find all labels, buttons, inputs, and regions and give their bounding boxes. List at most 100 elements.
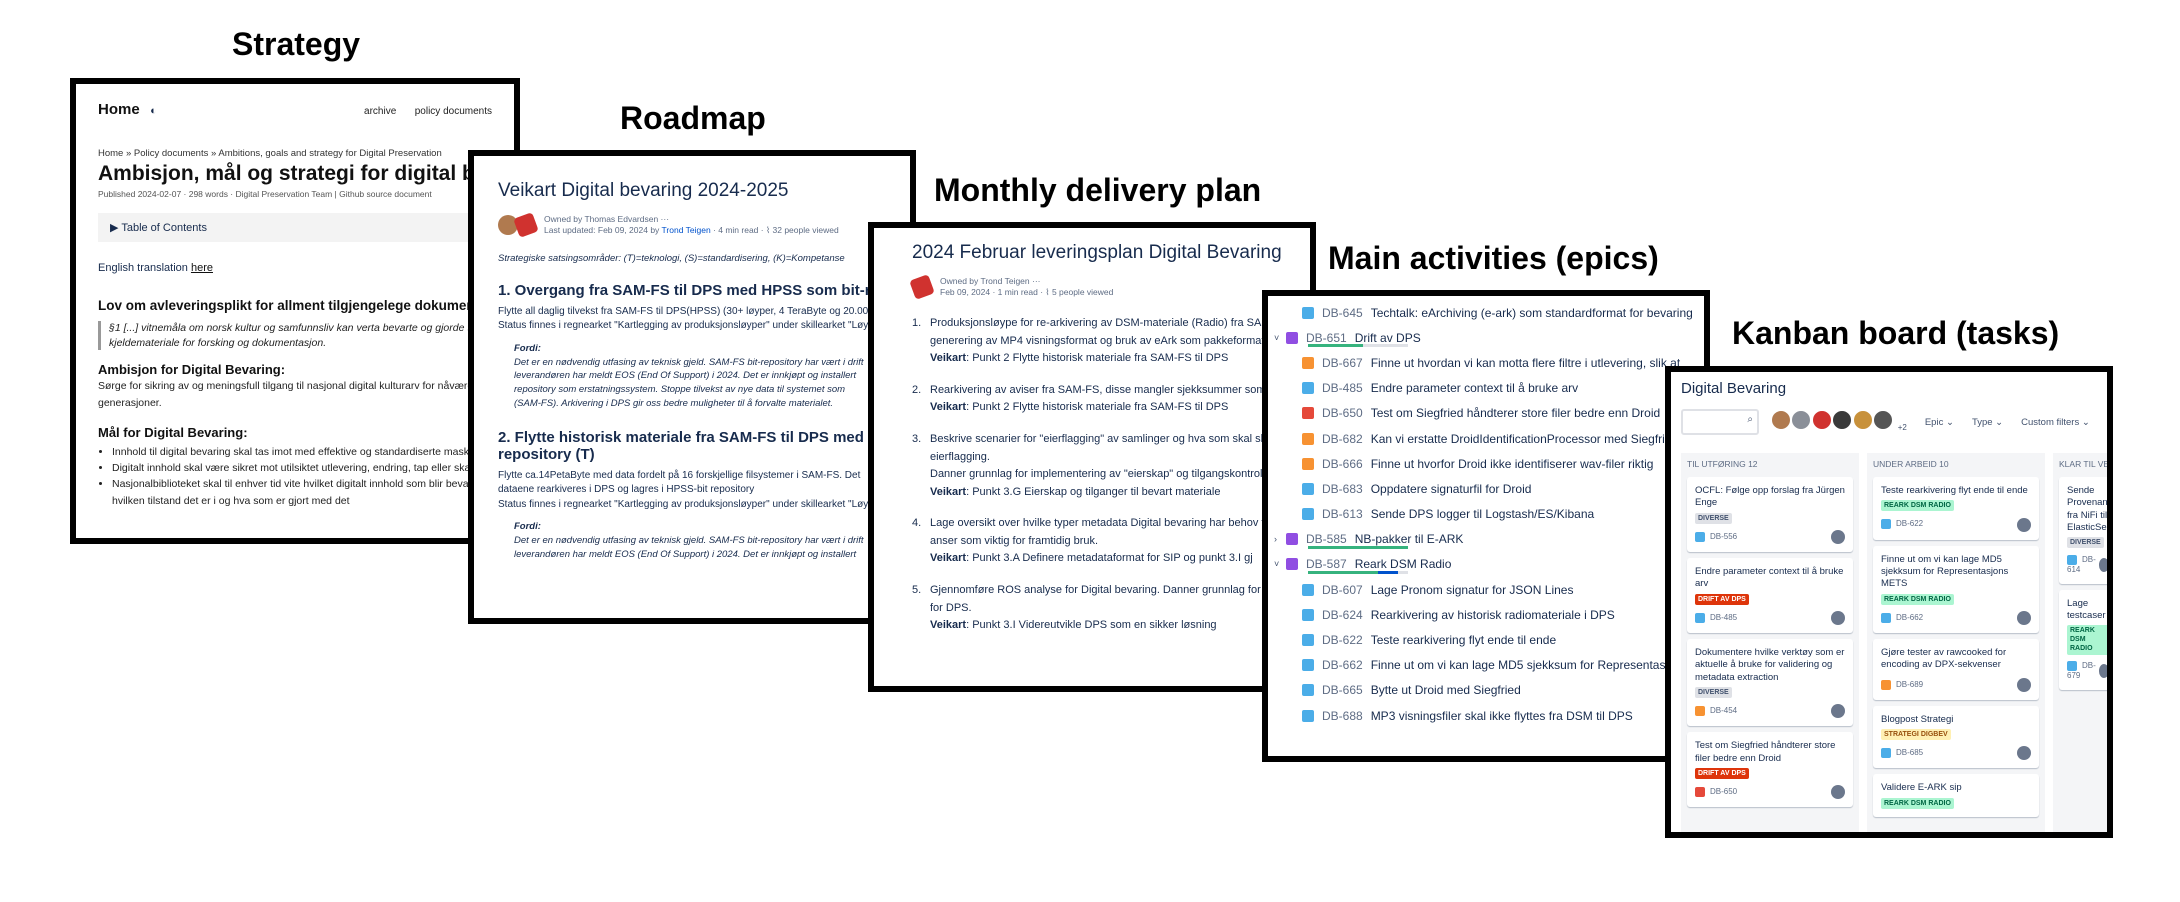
issue-row[interactable]: DB-667 Finne ut hvordan vi kan motta fler… <box>1268 350 1704 375</box>
issue-key[interactable]: DB-685 <box>1896 748 1923 757</box>
type-filter[interactable]: Type ⌄ <box>1972 417 2003 428</box>
issue-card[interactable]: Dokumentere hvilke verktøy som er aktuel… <box>1687 639 1853 727</box>
chevron-icon[interactable]: › <box>1274 534 1286 544</box>
viewed-count[interactable]: 32 people viewed <box>773 225 839 235</box>
assignee-avatar[interactable] <box>2017 746 2031 761</box>
issue-key[interactable]: DB-624 <box>1322 608 1363 622</box>
issue-card[interactable]: Lage testcaser REARK DSM RADIO DB-679 <box>2059 589 2107 690</box>
issue-summary[interactable]: Oppdatere signaturfil for Droid <box>1371 482 1532 496</box>
issue-summary[interactable]: MP3 visningsfiler skal ikke flyttes fra … <box>1371 709 1633 723</box>
chevron-icon[interactable]: ˅ <box>1274 559 1286 569</box>
issue-row[interactable]: DB-624 Rearkivering av historisk radiomat… <box>1268 602 1704 627</box>
issue-summary[interactable]: Finne ut hvordan vi kan motta flere filt… <box>1371 356 1680 370</box>
avatar[interactable] <box>513 212 539 239</box>
assignee-avatar[interactable] <box>2098 558 2107 573</box>
search-input[interactable]: ⌕ <box>1681 409 1759 435</box>
issue-row[interactable]: DB-622 Teste rearkivering flyt ende til e… <box>1268 627 1704 652</box>
nav-policy-documents[interactable]: policy documents <box>415 106 492 117</box>
issue-summary[interactable]: Endre parameter context til å bruke arv <box>1371 381 1578 395</box>
avatar[interactable] <box>1811 409 1832 430</box>
home-link[interactable]: Home <box>98 101 140 118</box>
issue-summary[interactable]: Test om Siegfried håndterer store filer … <box>1371 406 1660 420</box>
issue-key[interactable]: DB-688 <box>1322 709 1363 723</box>
avatar[interactable] <box>909 274 935 301</box>
issue-summary[interactable]: Sende DPS logger til Logstash/ES/Kibana <box>1371 507 1594 521</box>
issue-key[interactable]: DB-645 <box>1322 306 1363 320</box>
issue-key[interactable]: DB-689 <box>1896 680 1923 689</box>
issue-key[interactable]: DB-682 <box>1322 432 1363 446</box>
issue-summary[interactable]: Lage Pronom signatur for JSON Lines <box>1371 583 1574 597</box>
english-link[interactable]: here <box>191 262 213 274</box>
issue-card[interactable]: Blogpost Strategi STRATEGI DIGBEV DB-685 <box>1873 705 2039 769</box>
breadcrumb[interactable]: Home » Policy documents » Ambitions, goa… <box>98 148 492 159</box>
issue-card[interactable]: Sende Provenance fra NiFi til ElasticSea… <box>2059 477 2107 584</box>
issue-row[interactable]: DB-683 Oppdatere signaturfil for Droid <box>1268 476 1704 501</box>
issue-card[interactable]: OCFL: Følge opp forslag fra Jürgen Enge D… <box>1687 477 1853 553</box>
issue-row[interactable]: DB-662 Finne ut om vi kan lage MD5 sjekks… <box>1268 653 1704 678</box>
issue-key[interactable]: DB-485 <box>1710 613 1737 622</box>
issue-row[interactable]: DB-666 Finne ut hvorfor Droid ikke identi… <box>1268 451 1704 476</box>
avatar[interactable] <box>1771 409 1791 430</box>
issue-key[interactable]: DB-556 <box>1710 532 1737 541</box>
issue-key[interactable]: DB-585 <box>1306 532 1347 546</box>
more-avatars[interactable]: +2 <box>1898 423 1907 432</box>
issue-row[interactable]: DB-688 MP3 visningsfiler skal ikke flytte… <box>1268 703 1704 728</box>
issue-summary[interactable]: Techtalk: eArchiving (e-ark) som standar… <box>1371 306 1693 320</box>
issue-summary[interactable]: NB-pakker til E-ARK <box>1355 532 1464 546</box>
issue-key[interactable]: DB-666 <box>1322 457 1363 471</box>
issue-key[interactable]: DB-651 <box>1306 331 1347 345</box>
issue-key[interactable]: DB-622 <box>1322 633 1363 647</box>
assignee-avatar[interactable] <box>1831 530 1845 545</box>
issue-row[interactable]: DB-613 Sende DPS logger til Logstash/ES/K… <box>1268 502 1704 527</box>
issue-card[interactable]: Validere E-ARK sip REARK DSM RADIO <box>1873 774 2039 818</box>
table-of-contents-toggle[interactable]: ▶ Table of Contents <box>98 213 502 242</box>
issue-key[interactable]: DB-650 <box>1710 787 1737 796</box>
issue-summary[interactable]: Rearkivering av historisk radiomateriale… <box>1371 608 1615 622</box>
chevron-icon[interactable]: ˅ <box>1274 333 1286 343</box>
avatar[interactable] <box>1852 409 1873 430</box>
nav-archive[interactable]: archive <box>364 106 396 117</box>
updated-by-link[interactable]: Trond Teigen <box>662 225 711 235</box>
issue-key[interactable]: DB-587 <box>1306 557 1347 571</box>
issue-summary[interactable]: Finne ut om vi kan lage MD5 sjekksum for… <box>1371 658 1692 672</box>
assignee-avatar[interactable] <box>1831 704 1845 719</box>
issue-summary[interactable]: Kan vi erstatte DroidIdentificationProce… <box>1371 432 1678 446</box>
issue-card[interactable]: Endre parameter context til å bruke arv D… <box>1687 558 1853 634</box>
issue-key[interactable]: DB-613 <box>1322 507 1363 521</box>
issue-summary[interactable]: Drift av DPS <box>1355 331 1421 345</box>
issue-summary[interactable]: Teste rearkivering flyt ende til ende <box>1371 633 1556 647</box>
issue-row[interactable]: DB-650 Test om Siegfried håndterer store … <box>1268 401 1704 426</box>
issue-key[interactable]: DB-665 <box>1322 683 1363 697</box>
issue-key[interactable]: DB-454 <box>1710 706 1737 715</box>
issue-card[interactable]: Gjøre tester av rawcooked for encoding a… <box>1873 639 2039 700</box>
issue-card[interactable]: Test om Siegfried håndterer store filer … <box>1687 732 1853 808</box>
issue-key[interactable]: DB-683 <box>1322 482 1363 496</box>
custom-filters[interactable]: Custom filters ⌄ <box>2021 417 2090 428</box>
issue-row[interactable]: DB-607 Lage Pronom signatur for JSON Line… <box>1268 577 1704 602</box>
issue-summary[interactable]: Reark DSM Radio <box>1355 557 1452 571</box>
issue-key[interactable]: DB-607 <box>1322 583 1363 597</box>
viewed-count[interactable]: 5 people viewed <box>1052 287 1113 297</box>
issue-summary[interactable]: Finne ut hvorfor Droid ikke identifisere… <box>1371 457 1654 471</box>
issue-key[interactable]: DB-650 <box>1322 406 1363 420</box>
assignee-avatar[interactable] <box>1831 611 1845 626</box>
avatar[interactable] <box>1832 409 1853 430</box>
issue-row[interactable]: DB-645 Techtalk: eArchiving (e-ark) som s… <box>1268 300 1704 325</box>
epic-filter[interactable]: Epic ⌄ <box>1925 417 1954 428</box>
issue-row[interactable]: DB-682 Kan vi erstatte DroidIdentificatio… <box>1268 426 1704 451</box>
assignee-avatar[interactable] <box>2098 664 2107 679</box>
issue-key[interactable]: DB-662 <box>1896 613 1923 622</box>
issue-key[interactable]: DB-662 <box>1322 658 1363 672</box>
assignee-avatar[interactable] <box>1831 785 1845 800</box>
issue-card[interactable]: Finne ut om vi kan lage MD5 sjekksum for… <box>1873 545 2039 634</box>
issue-summary[interactable]: Bytte ut Droid med Siegfried <box>1371 683 1521 697</box>
assignee-avatar[interactable] <box>2017 677 2031 692</box>
issue-key[interactable]: DB-667 <box>1322 356 1363 370</box>
issue-card[interactable]: Teste rearkivering flyt ende til ende REA… <box>1873 477 2039 540</box>
assignee-avatar[interactable] <box>2017 517 2031 532</box>
issue-key[interactable]: DB-622 <box>1896 520 1923 529</box>
issue-key[interactable]: DB-485 <box>1322 381 1363 395</box>
avatar[interactable] <box>1791 409 1812 430</box>
issue-row[interactable]: DB-485 Endre parameter context til å bruk… <box>1268 376 1704 401</box>
assignee-avatar[interactable] <box>2017 611 2031 626</box>
